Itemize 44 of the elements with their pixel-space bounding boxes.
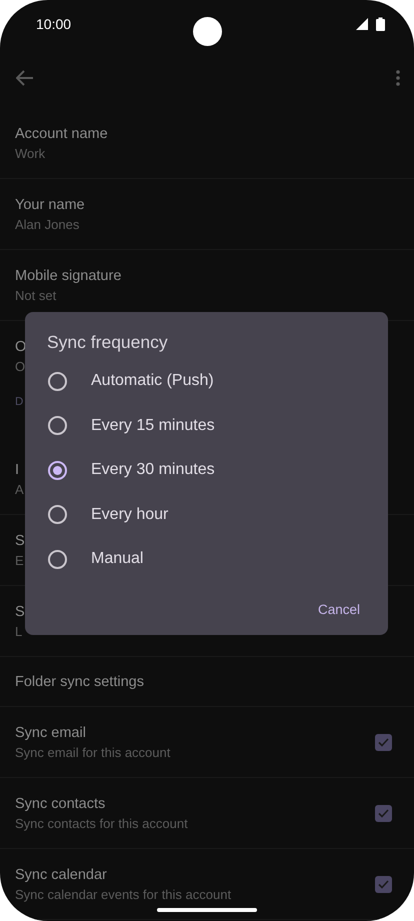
camera-cutout (193, 17, 222, 46)
setting-checkbox[interactable] (375, 804, 392, 822)
setting-subtitle: Sync calendar events for this account (15, 886, 232, 902)
status-time: 10:00 (36, 16, 72, 32)
setting-title[interactable]: I (15, 462, 24, 478)
setting-checkbox[interactable] (375, 734, 392, 750)
setting-title[interactable]: S (15, 604, 25, 620)
setting-subtitle: L (15, 624, 24, 638)
check-icon (378, 808, 389, 818)
signal-battery-icon (354, 17, 388, 31)
setting-subtitle: Sync email for this account (15, 744, 170, 760)
setting-subtitle: Sync contacts for this account (15, 816, 188, 830)
setting-title[interactable]: S (15, 532, 25, 548)
radio-button[interactable] (48, 460, 67, 480)
setting-subtitle: O (15, 359, 26, 374)
setting-checkbox[interactable] (375, 876, 392, 892)
setting-subtitle: A (15, 482, 24, 496)
cancel-button[interactable]: Cancel (308, 596, 370, 622)
dialog-title: Sync frequency (46, 332, 169, 353)
back-arrow-icon[interactable] (16, 70, 34, 86)
radio-button[interactable] (48, 505, 67, 524)
radio-button[interactable] (48, 372, 67, 391)
setting-subtitle: Work (15, 146, 46, 160)
setting-subtitle: Not set (15, 288, 58, 302)
setting-subtitle: Alan Jones (15, 216, 80, 232)
setting-title[interactable]: Sync email (15, 724, 170, 740)
setting-title[interactable]: Your name (15, 196, 85, 212)
check-icon (378, 880, 389, 888)
frequency-option[interactable]: Every 15 minutes (25, 404, 388, 448)
frequency-option[interactable]: Manual (25, 537, 388, 582)
setting-subtitle: E (15, 552, 25, 568)
check-icon (378, 738, 389, 746)
radio-button[interactable] (48, 550, 67, 569)
setting-title[interactable]: Account name (15, 126, 108, 142)
frequency-option[interactable]: Every 30 minutes (25, 448, 388, 492)
radio-button[interactable] (48, 416, 67, 436)
setting-title[interactable]: Sync calendar (15, 866, 232, 882)
section-header: D (15, 396, 24, 408)
frequency-option[interactable]: Every hour (25, 492, 388, 537)
setting-title[interactable]: Sync contacts (15, 796, 188, 812)
setting-title[interactable]: Folder sync settings (15, 674, 144, 690)
setting-title[interactable]: Mobile signature (15, 268, 122, 284)
frequency-option[interactable]: Automatic (Push) (25, 359, 388, 404)
more-options-icon[interactable] (396, 70, 400, 86)
